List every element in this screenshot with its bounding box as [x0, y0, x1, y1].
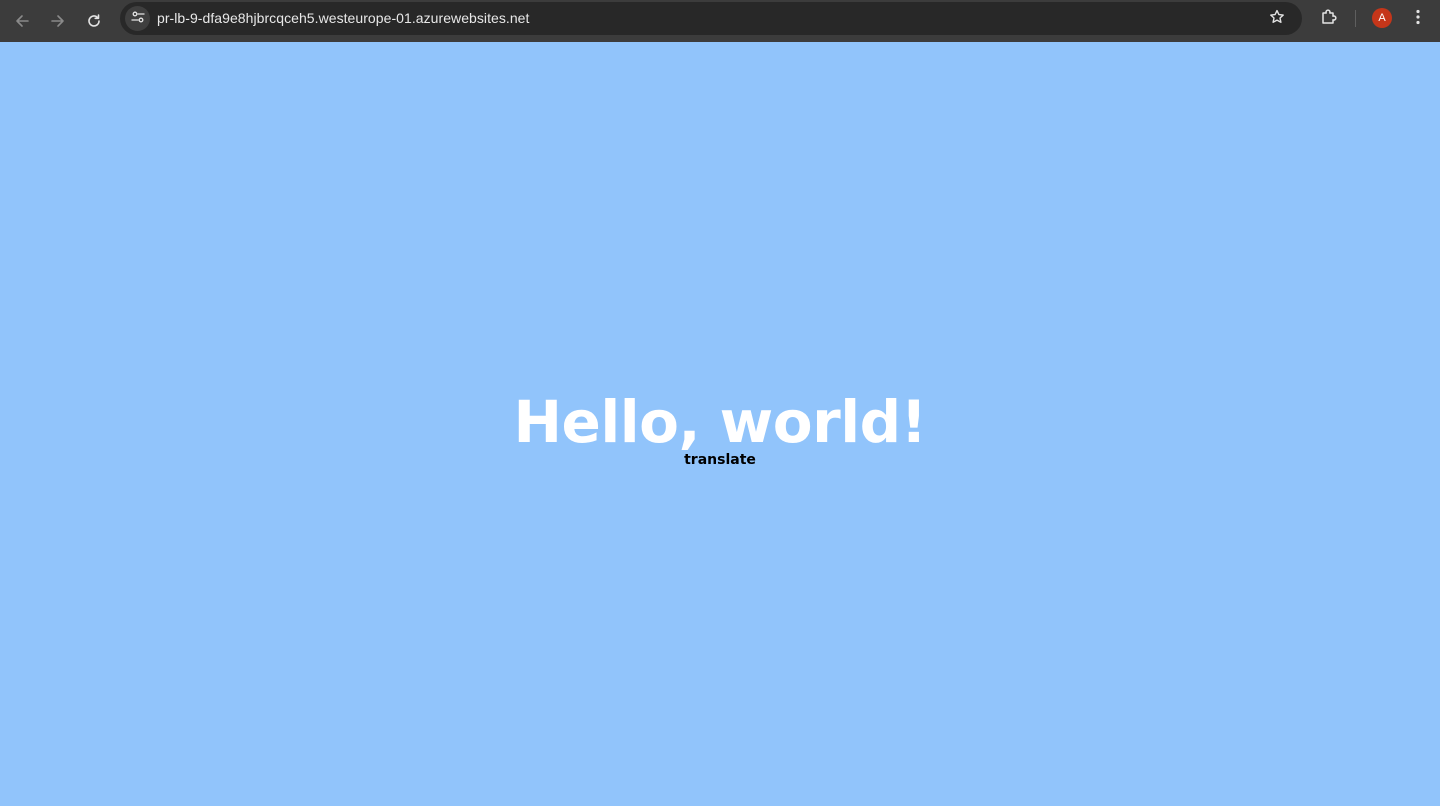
profile-avatar[interactable]: A: [1372, 8, 1392, 28]
arrow-left-icon: [14, 13, 30, 29]
extensions-button[interactable]: [1316, 6, 1342, 32]
translate-link[interactable]: translate: [0, 451, 1440, 469]
browser-toolbar: pr-lb-9-dfa9e8hjbrcqceh5.westeurope-01.a…: [0, 0, 1440, 42]
bookmark-button[interactable]: [1266, 8, 1288, 30]
browser-menu-button[interactable]: [1406, 6, 1430, 32]
reload-icon: [86, 13, 102, 29]
toolbar-divider: [1355, 10, 1356, 27]
reload-button[interactable]: [79, 6, 109, 36]
back-button[interactable]: [7, 6, 37, 36]
url-text[interactable]: pr-lb-9-dfa9e8hjbrcqceh5.westeurope-01.a…: [157, 10, 529, 26]
site-info-button[interactable]: [125, 6, 150, 31]
forward-button[interactable]: [43, 6, 73, 36]
page-heading: Hello, world!: [513, 388, 927, 456]
page-content: Hello, world! translate: [0, 42, 1440, 806]
arrow-right-icon: [50, 13, 66, 29]
star-icon: [1269, 9, 1285, 29]
kebab-menu-icon: [1416, 9, 1420, 29]
tune-icon: [130, 9, 145, 28]
address-bar[interactable]: pr-lb-9-dfa9e8hjbrcqceh5.westeurope-01.a…: [120, 2, 1302, 35]
puzzle-icon: [1320, 8, 1338, 30]
